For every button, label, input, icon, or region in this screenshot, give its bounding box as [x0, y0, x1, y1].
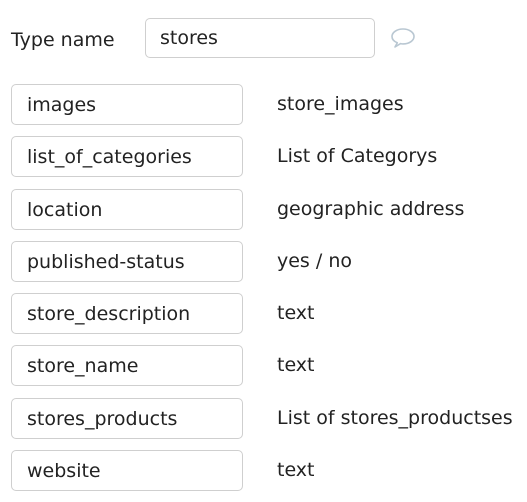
field-type-label: text	[277, 459, 315, 482]
field-name-input[interactable]: store_name	[11, 345, 243, 387]
field-type-label: geographic address	[277, 197, 465, 220]
type-name-row: Type name stores	[11, 18, 431, 60]
field-row: store_name text	[11, 345, 516, 397]
field-name-input[interactable]: stores_products	[11, 397, 243, 439]
field-row: store_description text	[11, 293, 516, 345]
field-type-label: List of Categorys	[277, 145, 438, 168]
field-row: list_of_categories List of Categorys	[11, 136, 516, 188]
field-list: images store_images list_of_categories L…	[11, 84, 516, 502]
field-name-input[interactable]: location	[11, 188, 243, 230]
field-row: images store_images	[11, 84, 516, 136]
type-name-label: Type name	[11, 29, 115, 51]
field-name-input[interactable]: list_of_categories	[11, 136, 243, 178]
field-type-label: yes / no	[277, 249, 352, 272]
field-type-label: store_images	[277, 93, 404, 115]
field-type-label: text	[277, 354, 315, 377]
field-row: location geographic address	[11, 188, 516, 241]
field-name-input[interactable]: images	[11, 84, 243, 125]
field-type-label: List of stores_productses	[277, 406, 513, 429]
type-name-input[interactable]: stores	[145, 18, 375, 58]
field-row: website text	[11, 450, 516, 502]
field-type-label: text	[277, 302, 315, 325]
field-name-input[interactable]: published-status	[11, 240, 243, 282]
speech-bubble-icon[interactable]	[390, 27, 416, 49]
field-name-input[interactable]: website	[11, 450, 243, 492]
field-row: published-status yes / no	[11, 240, 516, 293]
field-name-input[interactable]: store_description	[11, 293, 243, 335]
field-row: stores_products List of stores_productse…	[11, 397, 516, 450]
